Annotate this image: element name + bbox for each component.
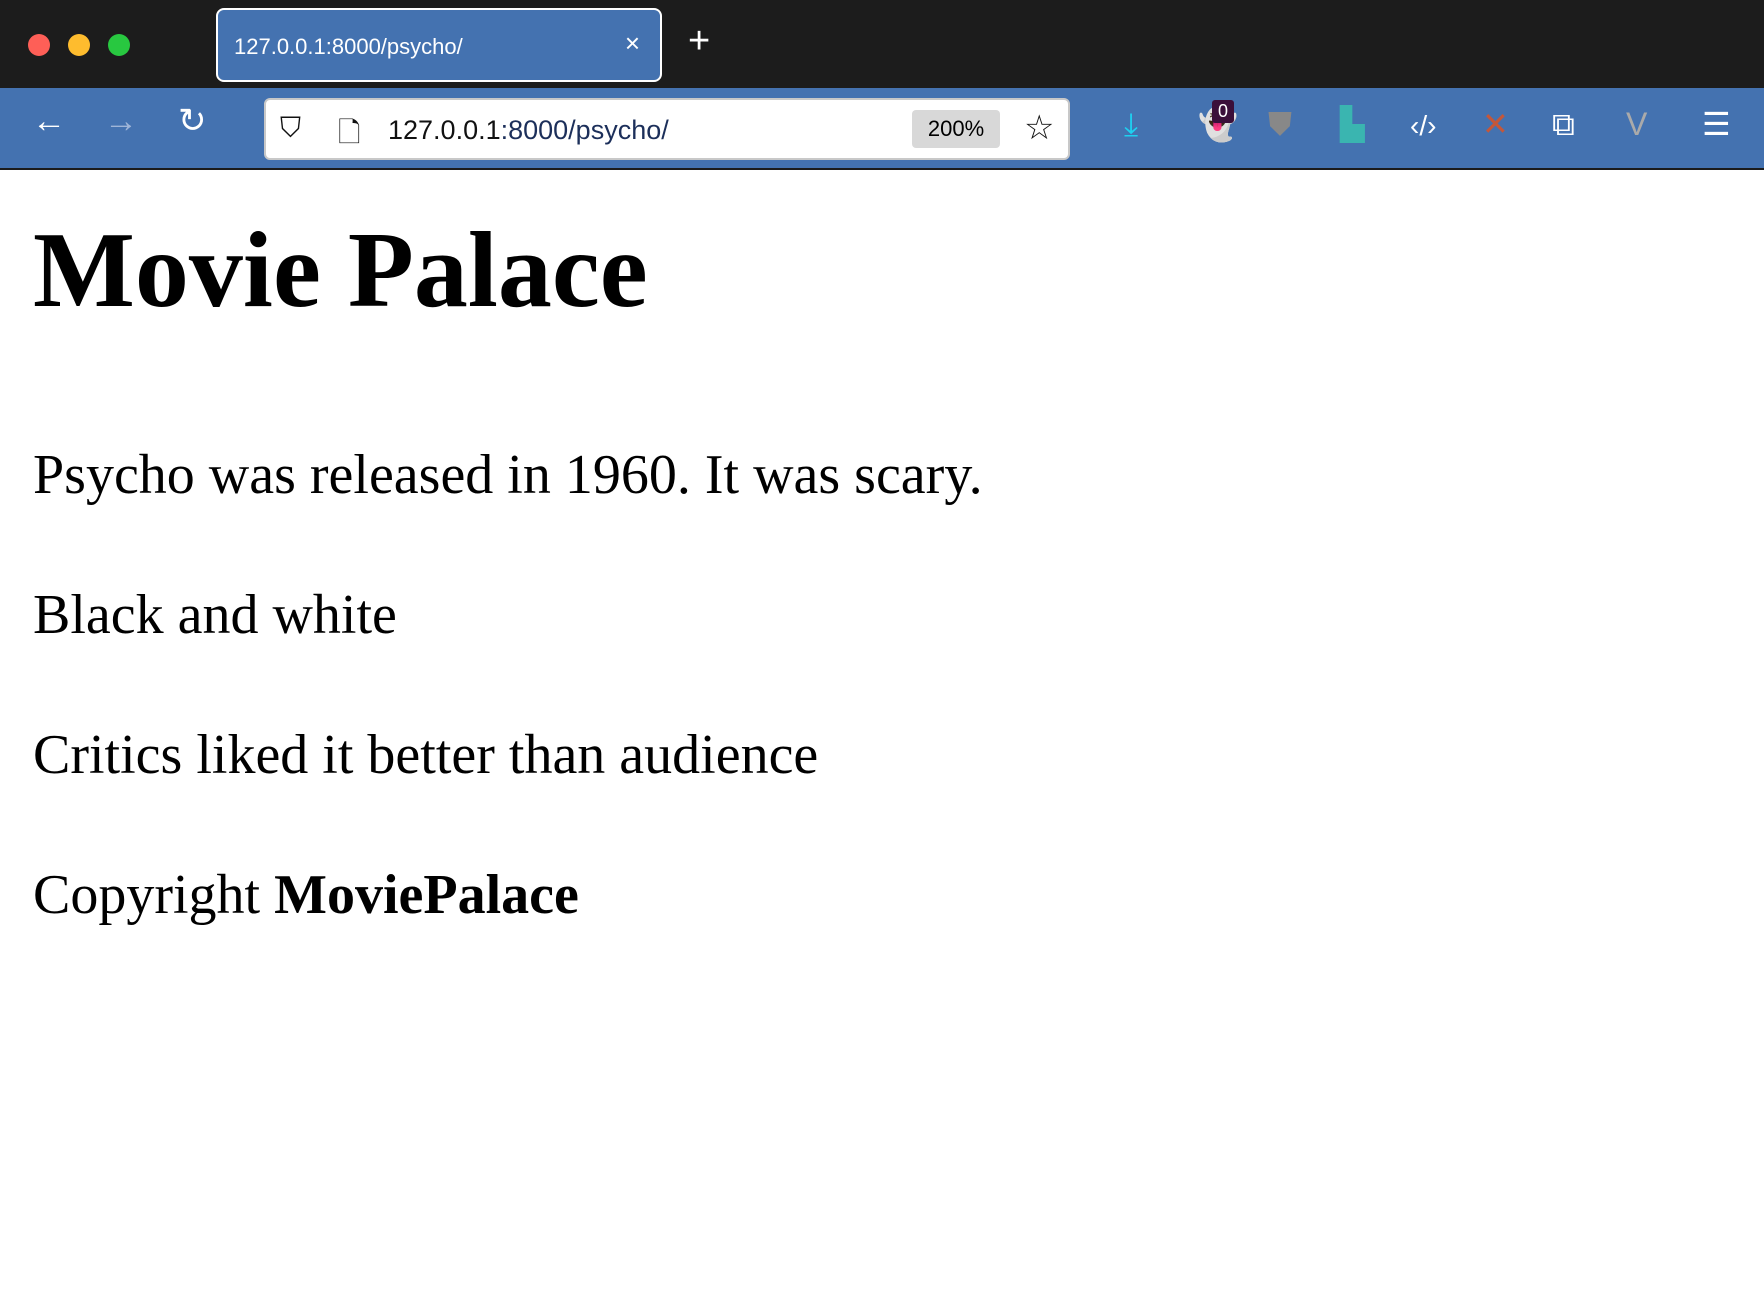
- navigation-toolbar: ← → ↻ ⛉ 🗋 127.0.0.1:8000/psycho/ 200% ☆ …: [0, 88, 1764, 170]
- page-title: Movie Palace: [33, 211, 648, 330]
- address-bar[interactable]: ⛉ 🗋 127.0.0.1:8000/psycho/ 200% ☆: [264, 98, 1070, 160]
- menu-icon[interactable]: ☰: [1702, 108, 1731, 140]
- tab-title: 127.0.0.1:8000/psycho/: [234, 34, 463, 59]
- ruler-pencil-icon[interactable]: ✕: [1482, 108, 1509, 140]
- url-host: 127.0.0.1: [388, 115, 501, 145]
- extension-badge: 0: [1212, 100, 1235, 123]
- window-edit-icon[interactable]: ⧉: [1552, 108, 1575, 140]
- vue-icon[interactable]: V: [1626, 108, 1647, 140]
- maximize-window-button[interactable]: [108, 34, 130, 56]
- url-path: :8000/psycho/: [500, 115, 669, 145]
- paragraph-color: Black and white: [33, 584, 397, 646]
- tab-close-icon[interactable]: ×: [625, 28, 640, 59]
- paragraph-release: Psycho was released in 1960. It was scar…: [33, 444, 983, 506]
- title-bar: 127.0.0.1:8000/psycho/ × +: [0, 0, 1764, 88]
- browser-tab[interactable]: 127.0.0.1:8000/psycho/ ×: [216, 8, 662, 82]
- save-icon[interactable]: ▙: [1340, 108, 1365, 140]
- copyright-footer: Copyright MoviePalace: [33, 863, 1764, 927]
- minimize-window-button[interactable]: [68, 34, 90, 56]
- reload-icon[interactable]: ↻: [178, 104, 207, 138]
- copyright-brand: MoviePalace: [274, 864, 579, 926]
- page-icon: 🗋: [338, 117, 361, 148]
- bookmark-star-icon[interactable]: ☆: [1024, 108, 1054, 148]
- new-tab-button[interactable]: +: [688, 22, 710, 60]
- shield-icon[interactable]: ⛉: [280, 112, 301, 145]
- forward-icon[interactable]: →: [104, 104, 138, 138]
- code-icon[interactable]: ‹/›: [1410, 112, 1436, 140]
- page-content: Movie Palace Psycho was released in 1960…: [33, 171, 1764, 927]
- back-icon[interactable]: ←: [32, 104, 66, 138]
- ublock-icon[interactable]: ⛊: [1268, 108, 1292, 140]
- zoom-level[interactable]: 200%: [912, 110, 1000, 148]
- close-window-button[interactable]: [28, 34, 50, 56]
- url-text[interactable]: 127.0.0.1:8000/psycho/: [388, 115, 669, 146]
- copyright-prefix: Copyright: [33, 864, 275, 926]
- download-icon[interactable]: ⤓: [1124, 108, 1138, 140]
- paragraph-critics: Critics liked it better than audience: [33, 724, 819, 786]
